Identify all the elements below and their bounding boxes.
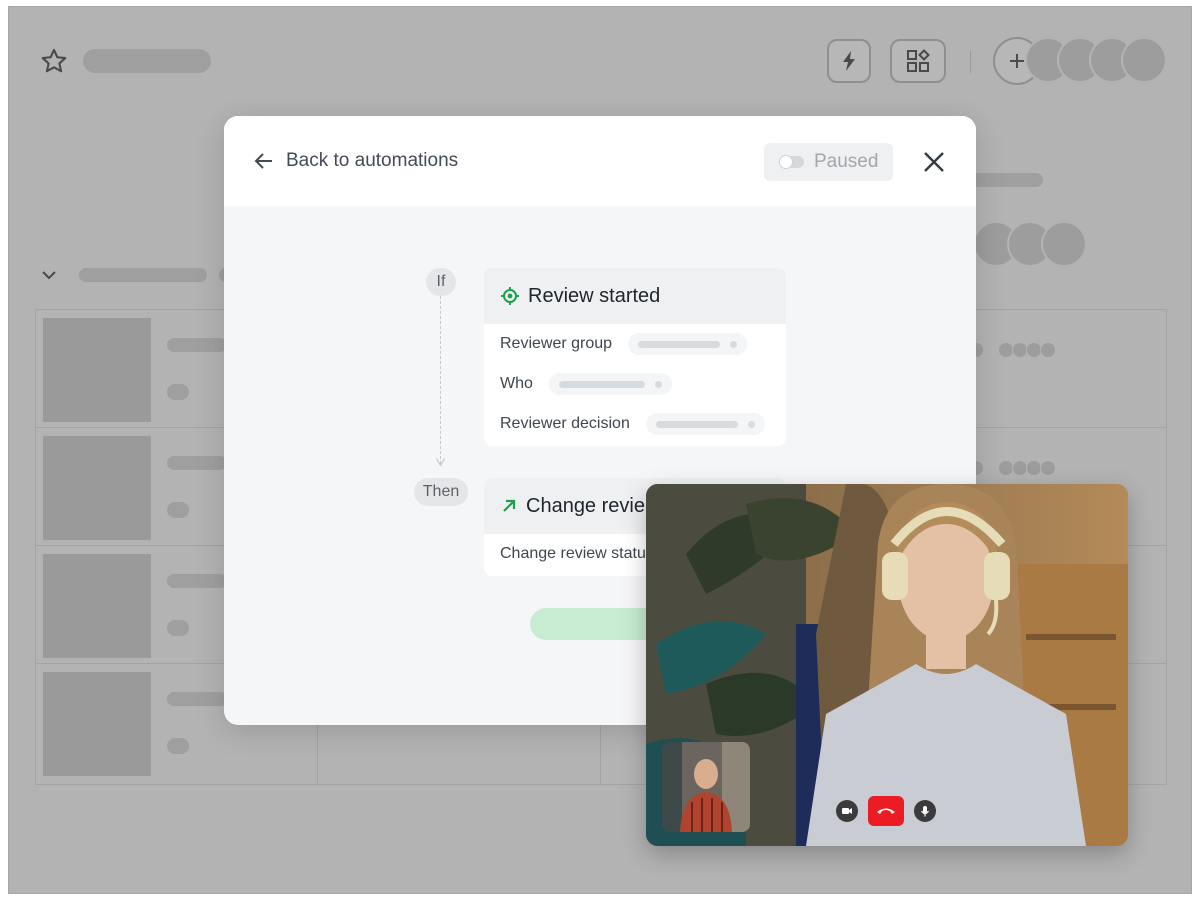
group-title-placeholder	[79, 268, 207, 282]
back-to-automations-link[interactable]: Back to automations	[254, 150, 458, 172]
toggle-switch[interactable]	[779, 155, 804, 169]
field-label: Who	[500, 375, 533, 392]
field-reviewer-group[interactable]: Reviewer group	[484, 324, 786, 364]
back-label: Back to automations	[286, 150, 459, 171]
if-tag: If	[426, 268, 456, 296]
field-label: Change review status	[500, 545, 654, 562]
status-label: Paused	[814, 151, 879, 172]
arrow-left-icon	[254, 153, 272, 169]
row-meta-placeholder	[167, 620, 189, 636]
then-tag: Then	[414, 478, 468, 506]
video-call-window[interactable]	[646, 484, 1128, 846]
avatar	[1040, 460, 1056, 476]
row-meta-placeholder	[167, 738, 189, 754]
microphone-button[interactable]	[914, 800, 936, 822]
close-icon[interactable]	[921, 149, 947, 175]
arrow-down-icon	[436, 458, 445, 466]
field-who[interactable]: Who	[484, 364, 786, 404]
avatar	[1041, 221, 1087, 267]
hang-up-button[interactable]	[868, 796, 904, 826]
row-meta-placeholder	[167, 502, 189, 518]
trigger-card[interactable]: Review started Reviewer group Who Review…	[484, 268, 786, 446]
modal-header: Back to automations Paused	[224, 116, 976, 206]
thumbnail	[43, 318, 151, 422]
camera-icon	[842, 808, 852, 814]
field-label: Reviewer decision	[500, 415, 630, 432]
thumbnail	[43, 554, 151, 658]
title-placeholder	[83, 49, 211, 73]
trigger-title: Review started	[528, 284, 661, 307]
lightning-icon	[843, 51, 855, 71]
camera-button[interactable]	[836, 800, 858, 822]
field-value-placeholder[interactable]	[628, 333, 748, 355]
apps-button[interactable]	[890, 39, 946, 83]
avatar	[1121, 37, 1167, 83]
field-label: Reviewer group	[500, 335, 613, 352]
field-value-placeholder[interactable]	[548, 373, 672, 395]
arrow-up-right-icon	[503, 499, 516, 512]
chevron-down-icon[interactable]	[41, 269, 57, 281]
self-view-video[interactable]	[662, 742, 750, 832]
target-icon	[501, 287, 519, 305]
row-title-placeholder	[167, 338, 227, 352]
row-title-placeholder	[167, 692, 227, 706]
thumbnail	[43, 672, 151, 776]
microphone-icon	[921, 806, 929, 817]
action-title: Change revie	[526, 494, 645, 517]
row-meta-placeholder	[167, 384, 189, 400]
status-toggle[interactable]: Paused	[764, 143, 893, 181]
divider	[970, 51, 971, 73]
row-title-placeholder	[167, 456, 227, 470]
thumbnail	[43, 436, 151, 540]
apps-icon	[907, 49, 930, 72]
self-view-feed	[662, 742, 750, 832]
phone-hangup-icon	[877, 808, 895, 814]
plus-icon	[1010, 54, 1024, 68]
field-reviewer-decision[interactable]: Reviewer decision	[484, 404, 786, 444]
trigger-header: Review started	[484, 268, 786, 324]
row-title-placeholder	[167, 574, 227, 588]
star-icon[interactable]	[39, 47, 69, 75]
automation-button[interactable]	[827, 39, 871, 83]
flow-connector	[440, 296, 441, 464]
field-value-placeholder[interactable]	[645, 413, 765, 435]
avatar	[1040, 342, 1056, 358]
